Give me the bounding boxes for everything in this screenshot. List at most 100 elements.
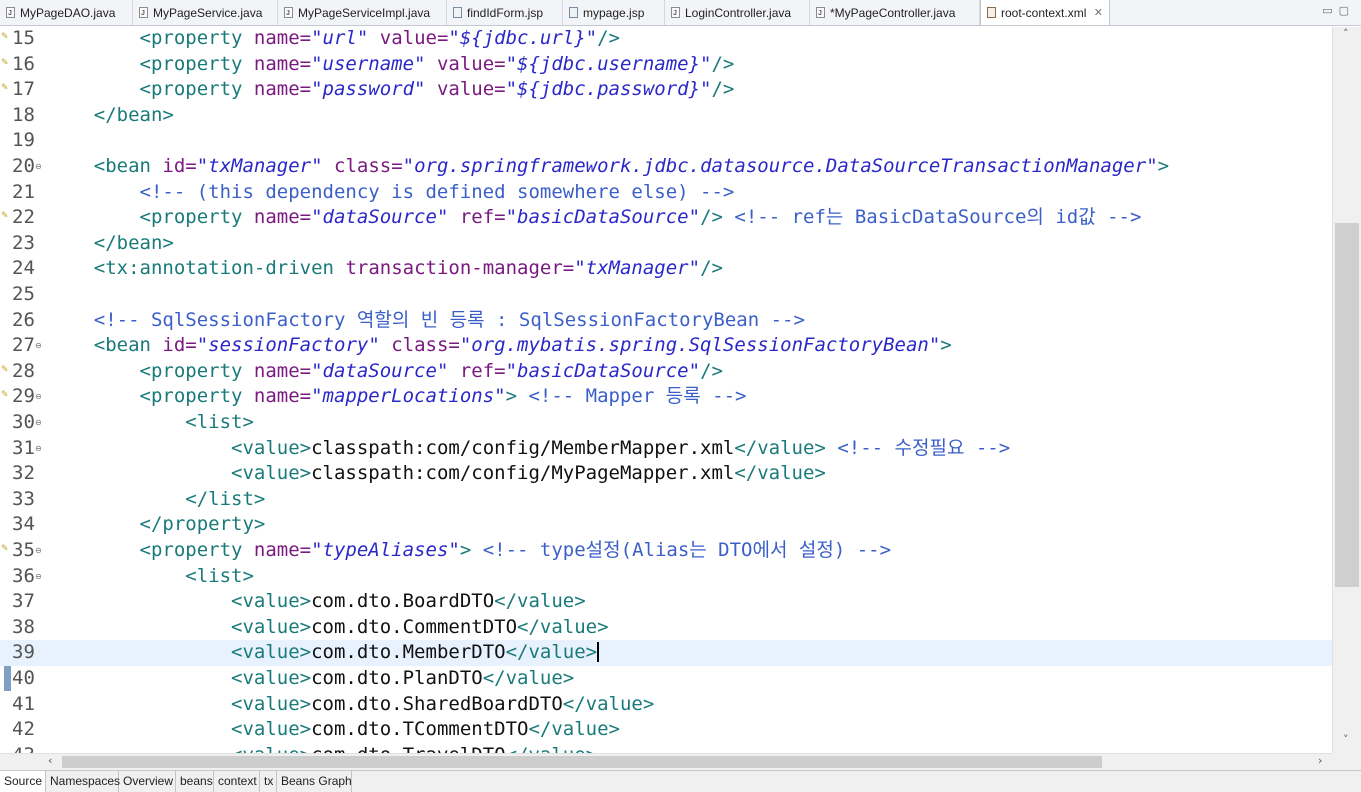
xml-tag: <list> [185, 411, 254, 433]
code-text: <!-- SqlSessionFactory 역할의 빈 등록 : SqlSes… [48, 308, 805, 334]
tab-mypagecontroller-java[interactable]: *MyPageController.java [810, 0, 980, 25]
maximize-icon[interactable]: ▢ [1339, 4, 1355, 17]
tab-mypageserviceimpl-java[interactable]: MyPageServiceImpl.java [278, 0, 447, 25]
code-line[interactable]: 20 ⊖ <bean id="txManager" class="org.spri… [0, 154, 1332, 180]
vertical-scrollbar[interactable]: ˄ ˅ [1332, 27, 1361, 753]
fold-toggle-icon[interactable]: ⊖ [35, 384, 42, 410]
code-line[interactable]: ✎ 35 ⊖ <property name="typeAliases"> <!-- … [0, 538, 1332, 564]
annotation-marker-icon[interactable]: ✎ [1, 32, 9, 42]
tab-mypageservice-java[interactable]: MyPageService.java [133, 0, 278, 25]
code-line[interactable]: 24 <tx:annotation-driven transaction-man… [0, 256, 1332, 282]
code-line[interactable]: 36 ⊖ <list> [0, 564, 1332, 590]
tab-logincontroller-java[interactable]: LoginController.java [665, 0, 810, 25]
fold-toggle-icon[interactable]: ⊖ [35, 564, 42, 590]
code-line[interactable]: ✎ 15 <property name="url" value="${jdbc.u… [0, 27, 1332, 52]
line-number: 22 [12, 206, 35, 229]
java-file-icon [139, 1, 148, 25]
vertical-scroll-thumb[interactable] [1335, 223, 1359, 587]
tab-findidform-jsp[interactable]: findIdForm.jsp [447, 0, 563, 25]
tab-context[interactable]: context [214, 771, 260, 792]
code-line[interactable]: 34 </property> [0, 512, 1332, 538]
code-line[interactable]: 43 <value>com.dto.TravelDTO</value> [0, 743, 1332, 753]
xml-text [48, 155, 94, 177]
horizontal-scrollbar[interactable]: ‹ › [0, 753, 1332, 770]
line-number: 28 [12, 359, 35, 382]
tab-beans[interactable]: beans [176, 771, 214, 792]
minimize-icon[interactable]: ▭ [1322, 4, 1338, 17]
code-text: <value>com.dto.MemberDTO</value> [48, 640, 599, 666]
tab-namespaces[interactable]: Namespaces [46, 771, 120, 792]
xml-comment: <!-- Mapper 등록 --> [528, 385, 747, 408]
xml-attribute-value: "dataSource" [311, 359, 449, 382]
code-line[interactable]: 33 </list> [0, 487, 1332, 513]
scroll-right-icon[interactable]: › [1318, 754, 1322, 767]
tab-source[interactable]: Source [0, 771, 46, 792]
annotation-marker-icon[interactable]: ✎ [1, 211, 9, 221]
xml-text [48, 309, 94, 331]
code-line[interactable]: 21 <!-- (this dependency is defined some… [0, 180, 1332, 206]
code-line[interactable]: ✎ 16 <property name="username" value="${j… [0, 52, 1332, 78]
annotation-marker-icon[interactable]: ✎ [1, 544, 9, 554]
tab-beans-graph[interactable]: Beans Graph [277, 771, 352, 792]
code-line[interactable]: 39 <value>com.dto.MemberDTO</value> [0, 640, 1332, 666]
code-line[interactable]: ✎ 17 <property name="password" value="${j… [0, 77, 1332, 103]
code-line[interactable]: 37 <value>com.dto.BoardDTO</value> [0, 589, 1332, 615]
tab-label: findIdForm.jsp [467, 6, 544, 20]
annotation-marker-icon[interactable]: ✎ [1, 365, 9, 375]
code-text: <value>com.dto.TravelDTO</value> [48, 743, 597, 753]
code-line[interactable]: 40 <value>com.dto.PlanDTO</value> [0, 666, 1332, 692]
close-icon[interactable]: ✕ [1094, 0, 1103, 25]
line-number: 17 [12, 78, 35, 101]
fold-toggle-icon[interactable]: ⊖ [35, 538, 42, 564]
tab-mypage-jsp[interactable]: mypage.jsp [563, 0, 665, 25]
code-line[interactable]: ✎ 29 ⊖ <property name="mapperLocations"> <… [0, 384, 1332, 410]
xml-tag: <value> [231, 615, 312, 638]
xml-text [48, 181, 140, 203]
code-line[interactable]: ✎ 22 <property name="dataSource" ref="bas… [0, 205, 1332, 231]
fold-toggle-icon[interactable]: ⊖ [35, 410, 42, 436]
xml-tag: <property [139, 539, 254, 561]
xml-attribute: name= [253, 385, 312, 408]
line-number: 38 [12, 615, 35, 638]
code-line[interactable]: 23 </bean> [0, 231, 1332, 257]
code-line[interactable]: 18 </bean> [0, 103, 1332, 129]
code-editor[interactable]: ✎ 15 <property name="url" value="${jdbc.u… [0, 27, 1332, 753]
code-text: <value>classpath:com/config/MyPageMapper… [48, 461, 826, 487]
xml-tag: </value> [506, 744, 598, 753]
code-line[interactable]: 32 <value>classpath:com/config/MyPageMap… [0, 461, 1332, 487]
code-line[interactable]: 30 ⊖ <list> [0, 410, 1332, 436]
xml-attribute: name= [253, 359, 312, 382]
xml-comment: <!-- 수정필요 --> [837, 436, 1011, 459]
scroll-up-icon[interactable]: ˄ [1343, 27, 1349, 40]
code-line[interactable]: 31 ⊖ <value>classpath:com/config/MemberMa… [0, 436, 1332, 462]
fold-toggle-icon[interactable]: ⊖ [35, 436, 42, 462]
xml-text [48, 641, 231, 663]
line-number: 32 [12, 462, 35, 485]
code-line[interactable]: 41 <value>com.dto.SharedBoardDTO</value> [0, 692, 1332, 718]
xml-attribute: transaction-manager= [345, 257, 575, 280]
xml-text: classpath:com/config/MemberMapper.xml [311, 436, 735, 459]
code-line[interactable]: ✎ 28 <property name="dataSource" ref="bas… [0, 359, 1332, 385]
xml-tag: <tx:annotation-driven [93, 257, 346, 280]
eclipse-editor-window: MyPageDAO.java MyPageService.java MyPage… [0, 0, 1361, 792]
tab-overview[interactable]: Overview [119, 771, 176, 792]
code-line[interactable]: 27 ⊖ <bean id="sessionFactory" class="org… [0, 333, 1332, 359]
code-line[interactable]: 38 <value>com.dto.CommentDTO</value> [0, 615, 1332, 641]
annotation-marker-icon[interactable]: ✎ [1, 390, 9, 400]
code-line[interactable]: 19 [0, 128, 1332, 154]
horizontal-scroll-thumb[interactable] [62, 756, 1102, 768]
xml-tag: </property> [139, 513, 266, 536]
xml-text [48, 667, 231, 689]
code-line[interactable]: 25 [0, 282, 1332, 308]
annotation-marker-icon[interactable]: ✎ [1, 58, 9, 68]
tab-tx[interactable]: tx [260, 771, 277, 792]
code-line[interactable]: 42 <value>com.dto.TCommentDTO</value> [0, 717, 1332, 743]
tab-root-context-xml[interactable]: root-context.xml ✕ [980, 0, 1110, 25]
scroll-down-icon[interactable]: ˅ [1343, 733, 1349, 746]
code-line[interactable]: 26 <!-- SqlSessionFactory 역할의 빈 등록 : Sql… [0, 308, 1332, 334]
tab-mypagedao-java[interactable]: MyPageDAO.java [0, 0, 133, 25]
fold-toggle-icon[interactable]: ⊖ [35, 154, 42, 180]
fold-toggle-icon[interactable]: ⊖ [35, 333, 42, 359]
scroll-left-icon[interactable]: ‹ [48, 754, 52, 767]
annotation-marker-icon[interactable]: ✎ [1, 83, 9, 93]
